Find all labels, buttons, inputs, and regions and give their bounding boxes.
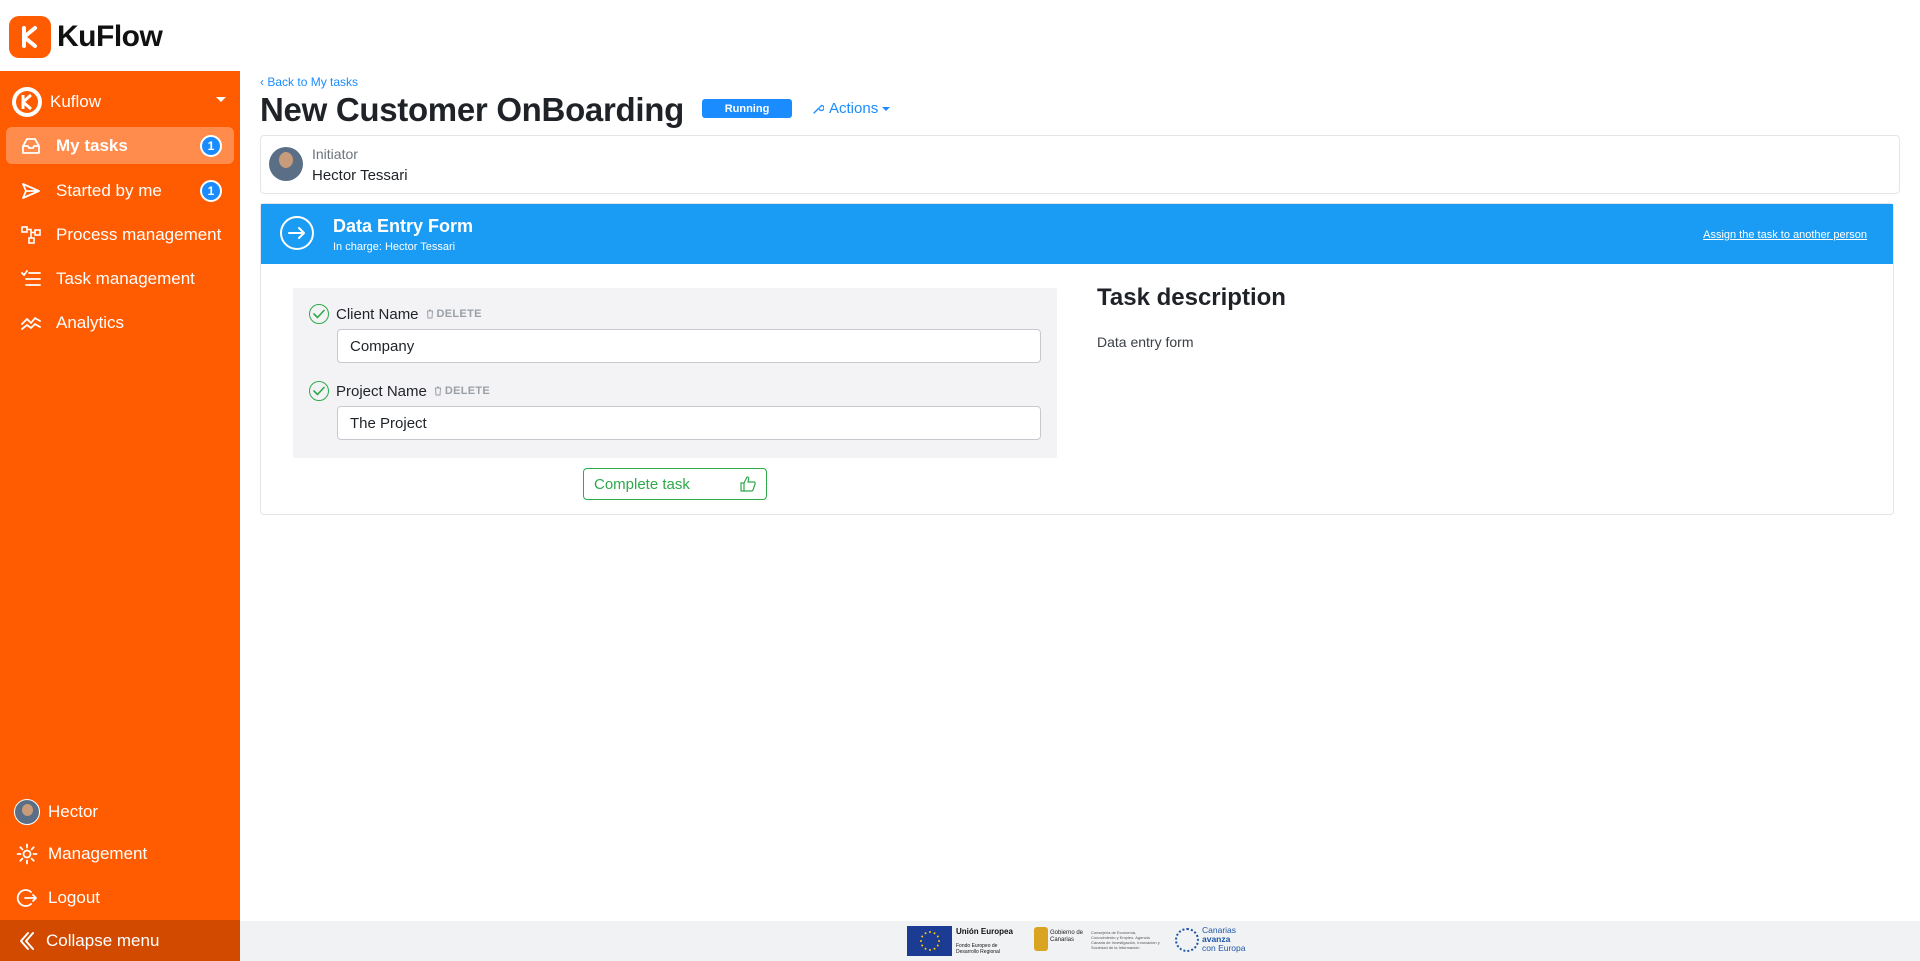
initiator-name: Hector Tessari [312,167,408,184]
thumbs-up-icon [740,476,756,496]
sidebar-item-my-tasks[interactable]: My tasks 1 [6,127,234,164]
arrow-right-circle-icon [280,216,314,250]
field-header-client-name: Client Name DELETE [309,304,482,324]
field-label: Project Name [336,382,427,400]
sidebar-item-label: Task management [56,268,195,288]
sidebar-item-label: Analytics [56,312,125,332]
field-header-project-name: Project Name DELETE [309,381,490,401]
form-container: Client Name DELETE Project Name [293,288,1057,458]
top-bar: KuFlow [0,0,1920,71]
project-name-input[interactable] [337,406,1041,440]
sidebar-item-label: Process management [56,224,222,244]
client-name-input[interactable] [337,329,1041,363]
sidebar-item-label: Started by me [56,180,162,200]
complete-task-label: Complete task [594,475,690,493]
logout-link[interactable]: Logout [14,882,100,914]
gobierno-canarias-text: Gobierno de Canarias [1050,930,1084,943]
task-description-title: Task description [1097,284,1286,311]
delete-label: DELETE [444,385,491,397]
initiator-card: Initiator Hector Tessari [260,135,1900,194]
chevron-down-icon [216,97,226,102]
task-list-icon [20,268,42,290]
back-link-label: Back to My tasks [267,75,359,89]
complete-task-button[interactable]: Complete task [583,468,767,500]
assign-task-link[interactable]: Assign the task to another person [1703,229,1867,241]
sidebar-item-task-management[interactable]: Task management [6,260,234,297]
user-name: Hector [48,802,99,821]
check-circle-icon [309,304,329,324]
gobierno-canarias-subtext: Consejería de Economía, Conocimiento y E… [1091,930,1160,950]
eu-logo-text: Unión Europea Fondo Europeo de Desarroll… [956,927,1016,955]
back-link[interactable]: ‹ Back to My tasks [260,75,358,89]
management-label: Management [48,844,148,863]
logout-label: Logout [48,888,100,907]
chevron-down-icon [882,106,891,111]
process-icon [20,224,42,246]
canarias-avanza-text: Canarias avanza con Europa [1202,926,1245,953]
actions-dropdown[interactable]: Actions [812,100,891,117]
main-content: ‹ Back to My tasks New Customer OnBoardi… [240,71,1920,921]
workspace-logo-icon [12,87,42,117]
footer: Unión Europea Fondo Europeo de Desarroll… [240,921,1920,961]
logout-icon [14,885,40,911]
sidebar-item-analytics[interactable]: Analytics [6,304,234,341]
management-link[interactable]: Management [14,838,147,870]
sidebar: Kuflow My tasks 1 Started by me 1 Proces… [0,71,240,961]
trash-icon [426,309,434,319]
inbox-icon [20,135,42,157]
workspace-name: Kuflow [50,92,102,111]
user-avatar [14,799,40,825]
notification-badge: 1 [200,135,222,157]
field-label: Client Name [336,305,419,323]
page-title: New Customer OnBoarding [260,91,684,128]
notification-badge: 1 [200,180,222,202]
trash-icon [434,386,442,396]
eu-subtitle: Fondo Europeo de Desarrollo Regional [956,943,1000,955]
check-circle-icon [309,381,329,401]
wrench-icon [812,103,824,115]
send-icon [20,180,42,202]
canarias-avanza-logo-icon [1175,928,1199,952]
collapse-menu-label: Collapse menu [46,930,160,950]
kuflow-logo-icon [9,16,51,58]
task-in-charge: In charge: Hector Tessari [333,241,456,253]
initiator-avatar [269,147,303,181]
user-profile-link[interactable]: Hector [14,796,98,828]
gear-icon [14,841,40,867]
status-badge: Running [702,99,792,118]
task-card: Data Entry Form In charge: Hector Tessar… [260,203,1894,515]
gobierno-canarias-crest-icon [1034,927,1048,951]
collapse-menu-button[interactable]: Collapse menu [0,920,240,961]
task-description-text: Data entry form [1097,334,1194,350]
eu-title: Unión Europea [956,927,1013,936]
actions-label: Actions [829,100,879,117]
sidebar-item-started-by-me[interactable]: Started by me 1 [6,172,234,209]
initiator-label: Initiator [312,146,358,162]
task-header: Data Entry Form In charge: Hector Tessar… [261,204,1893,264]
chevron-left-icon [18,931,34,951]
app-logo[interactable]: KuFlow [9,16,163,58]
delete-field-button[interactable]: DELETE [426,308,482,320]
sidebar-item-process-management[interactable]: Process management [6,216,234,253]
app-name: KuFlow [57,20,163,53]
eu-flag-icon [907,926,952,956]
delete-label: DELETE [436,308,482,320]
workspace-selector[interactable]: Kuflow [12,85,226,119]
analytics-icon [20,312,42,334]
task-title: Data Entry Form [333,216,474,236]
sidebar-item-label: My tasks [56,135,128,155]
delete-field-button[interactable]: DELETE [434,385,490,397]
canarias-line-3: con Europa [1202,943,1246,953]
